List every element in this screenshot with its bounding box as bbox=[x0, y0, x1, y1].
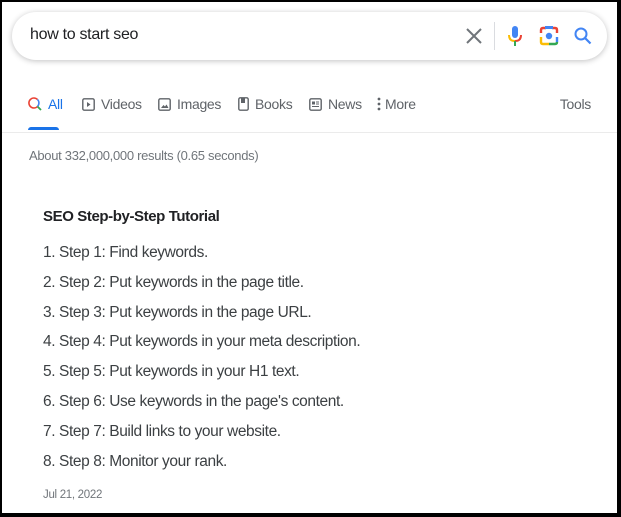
list-item: 3. Step 3: Put keywords in the page URL. bbox=[43, 303, 312, 321]
search-icon bbox=[28, 97, 42, 111]
tab-label: News bbox=[328, 96, 362, 112]
list-item: 6. Step 6: Use keywords in the page's co… bbox=[43, 392, 344, 410]
result-stats: About 332,000,000 results (0.65 seconds) bbox=[29, 148, 259, 163]
tab-label: Books bbox=[255, 96, 293, 112]
google-results-page: how to start seo All Videos Images Books… bbox=[2, 2, 617, 513]
search-icon[interactable] bbox=[571, 24, 595, 48]
list-item: 1. Step 1: Find keywords. bbox=[43, 244, 208, 261]
close-icon[interactable] bbox=[462, 24, 486, 48]
list-item: 8. Step 8: Monitor your rank. bbox=[43, 452, 227, 470]
tab-videos[interactable]: Videos bbox=[82, 96, 142, 112]
tab-more[interactable]: More bbox=[377, 96, 416, 112]
search-tabs: All Videos Images Books News More Tools bbox=[2, 88, 617, 133]
list-item: 5. Step 5: Put keywords in your H1 text. bbox=[43, 363, 300, 381]
snippet-title: SEO Step-by-Step Tutorial bbox=[43, 208, 220, 225]
tab-news[interactable]: News bbox=[309, 96, 362, 112]
snippet-date: Jul 21, 2022 bbox=[43, 489, 103, 501]
active-tab-indicator bbox=[28, 127, 59, 130]
tab-books[interactable]: Books bbox=[238, 96, 293, 112]
search-bar[interactable]: how to start seo bbox=[12, 12, 607, 60]
tools-button[interactable]: Tools bbox=[560, 96, 591, 112]
tab-label: All bbox=[48, 96, 63, 112]
list-item: 4. Step 4: Put keywords in your meta des… bbox=[43, 333, 361, 351]
steps-list: 1. Step 1: Find keywords. 2. Step 2: Put… bbox=[43, 244, 361, 482]
more-vertical-icon bbox=[377, 97, 381, 111]
play-icon bbox=[82, 97, 95, 111]
tab-label: Videos bbox=[101, 96, 142, 112]
tab-images[interactable]: Images bbox=[158, 96, 221, 112]
divider bbox=[494, 22, 495, 50]
list-item: 2. Step 2: Put keywords in the page titl… bbox=[43, 273, 304, 291]
camera-lens-icon[interactable] bbox=[537, 24, 561, 48]
newspaper-icon bbox=[309, 97, 322, 111]
list-item: 7. Step 7: Build links to your website. bbox=[43, 422, 281, 440]
image-icon bbox=[158, 97, 171, 111]
microphone-icon[interactable] bbox=[503, 24, 527, 48]
book-icon bbox=[238, 97, 249, 111]
tab-label: More bbox=[385, 96, 416, 112]
tab-label: Images bbox=[177, 96, 222, 112]
tab-all[interactable]: All bbox=[28, 96, 63, 112]
search-input[interactable]: how to start seo bbox=[30, 26, 138, 44]
